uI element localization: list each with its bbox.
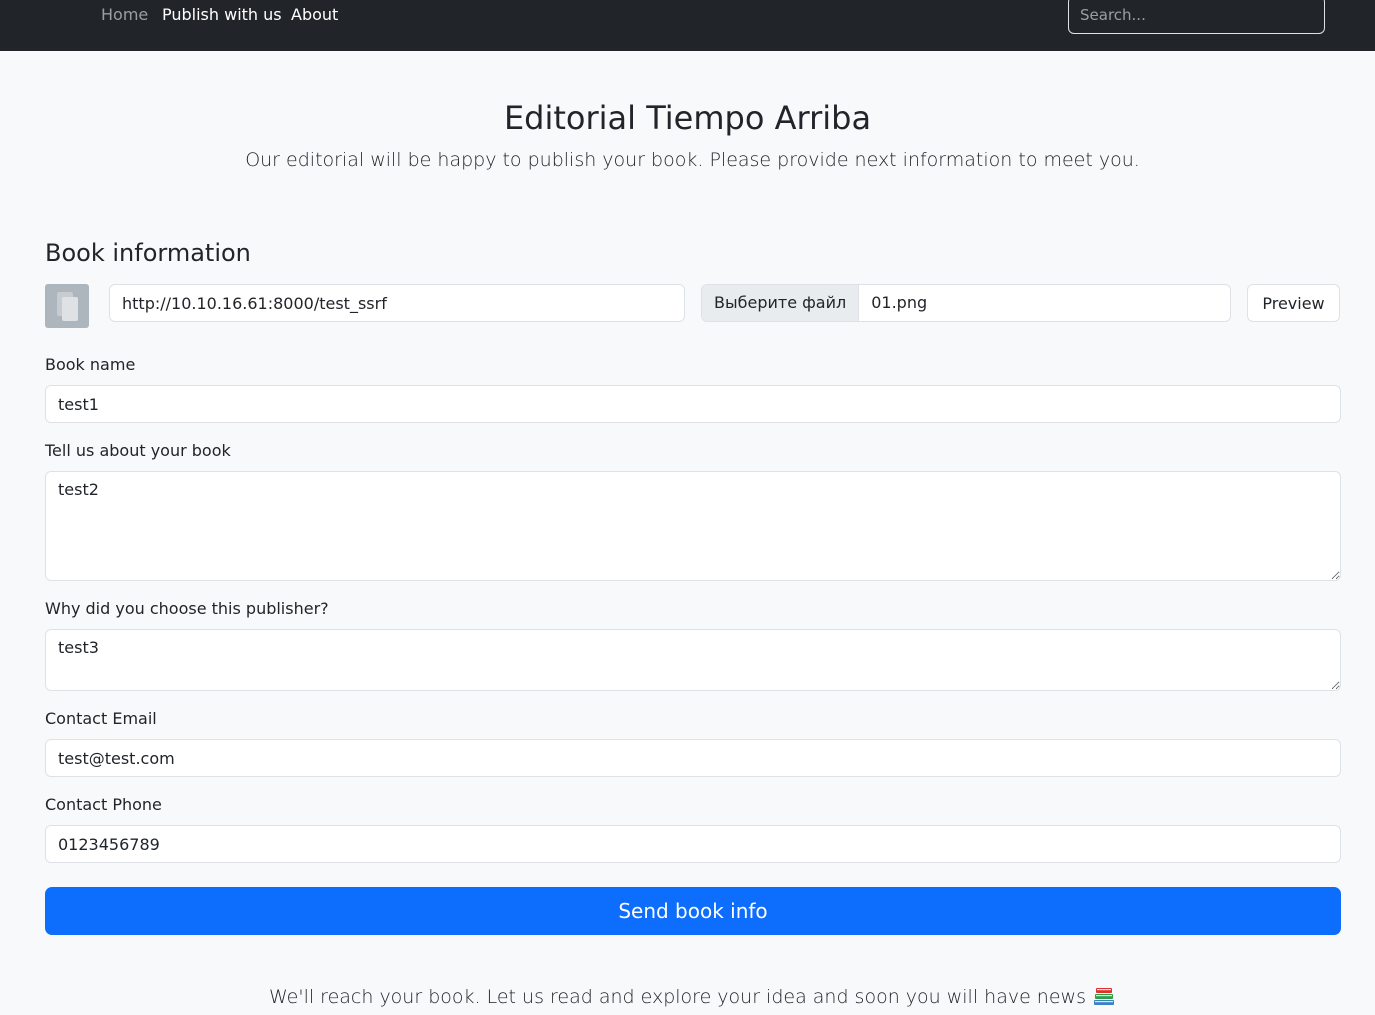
- book-description-label: Tell us about your book: [45, 441, 231, 460]
- top-navbar: Home Publish with us About: [0, 0, 1375, 51]
- publisher-reason-field[interactable]: test3: [45, 629, 1341, 691]
- page-subtitle: Our editorial will be happy to publish y…: [245, 149, 1140, 171]
- cover-file-input[interactable]: Выберите файл 01.png: [701, 284, 1231, 322]
- send-book-info-button[interactable]: Send book info: [45, 887, 1341, 935]
- cover-url-input[interactable]: [109, 284, 685, 322]
- nav-about-link[interactable]: About: [291, 5, 338, 25]
- image-placeholder-icon: [57, 292, 78, 321]
- books-icon: [1092, 986, 1116, 1006]
- contact-phone-field[interactable]: [45, 825, 1341, 863]
- book-description-field[interactable]: test2: [45, 471, 1341, 581]
- search-input[interactable]: [1068, 0, 1325, 34]
- contact-phone-label: Contact Phone: [45, 795, 162, 814]
- book-information-heading: Book information: [45, 239, 251, 267]
- publisher-reason-label: Why did you choose this publisher?: [45, 599, 329, 618]
- nav-publish-link[interactable]: Publish with us: [162, 5, 282, 25]
- preview-button[interactable]: Preview: [1247, 284, 1340, 322]
- footer-note-text: We'll reach your book. Let us read and e…: [269, 986, 1086, 1008]
- book-name-field[interactable]: [45, 385, 1341, 423]
- contact-email-field[interactable]: [45, 739, 1341, 777]
- contact-email-label: Contact Email: [45, 709, 157, 728]
- page-title: Editorial Tiempo Arriba: [503, 99, 872, 137]
- footer-note: We'll reach your book. Let us read and e…: [0, 985, 1375, 1009]
- nav-home-link[interactable]: Home: [101, 5, 148, 25]
- book-name-label: Book name: [45, 355, 136, 374]
- choose-file-button[interactable]: Выберите файл: [702, 285, 860, 321]
- cover-thumbnail: [45, 284, 89, 328]
- selected-file-name: 01.png: [871, 293, 928, 312]
